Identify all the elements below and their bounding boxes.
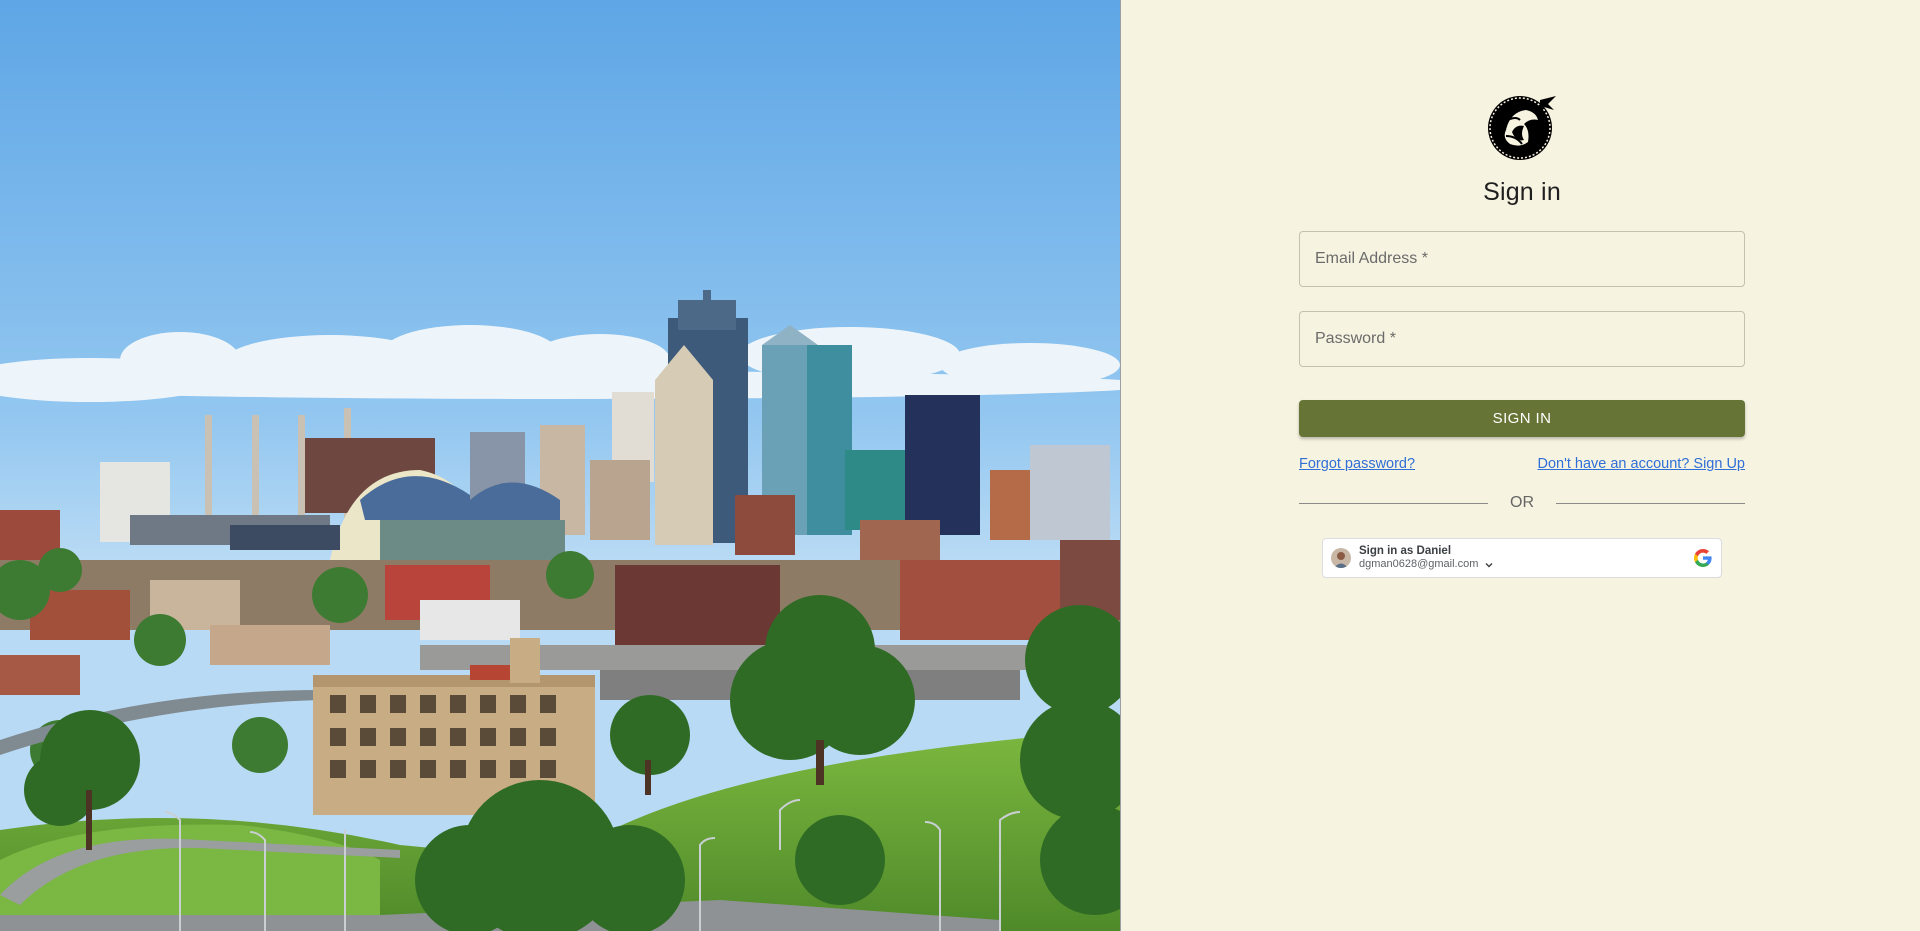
or-separator: OR: [1299, 494, 1745, 512]
page-title: Sign in: [1483, 178, 1561, 206]
forgot-password-link[interactable]: Forgot password?: [1299, 456, 1415, 472]
google-account-email: dgman0628@gmail.com: [1359, 558, 1479, 571]
skyline-illustration: [0, 0, 1120, 931]
password-field[interactable]: [1299, 311, 1745, 367]
google-sign-in-button[interactable]: Sign in as Daniel dgman0628@gmail.com: [1322, 538, 1722, 578]
email-field[interactable]: [1299, 231, 1745, 287]
sign-in-page: Sign in SIGN IN Forgot password? Don't h…: [0, 0, 1920, 931]
chevron-down-icon[interactable]: [1484, 560, 1494, 570]
sign-in-panel: Sign in SIGN IN Forgot password? Don't h…: [1121, 0, 1920, 931]
avatar: [1331, 548, 1351, 568]
sign-in-form: Sign in SIGN IN Forgot password? Don't h…: [1299, 90, 1745, 578]
google-account-info: Sign in as Daniel dgman0628@gmail.com: [1359, 545, 1494, 571]
password-input[interactable]: [1313, 329, 1731, 349]
city-skyline-photo: [0, 0, 1120, 931]
pegasus-logo-icon: [1488, 96, 1556, 160]
or-label: OR: [1510, 494, 1534, 511]
google-email-row: dgman0628@gmail.com: [1359, 558, 1494, 571]
separator-line-left: [1299, 502, 1488, 504]
google-g-icon: [1694, 549, 1712, 567]
separator-line-right: [1556, 502, 1745, 504]
sign-in-button[interactable]: SIGN IN: [1299, 400, 1745, 437]
sign-up-link[interactable]: Don't have an account? Sign Up: [1537, 456, 1745, 472]
email-input[interactable]: [1313, 249, 1731, 269]
auth-links: Forgot password? Don't have an account? …: [1299, 456, 1745, 472]
google-account-name: Sign in as Daniel: [1359, 545, 1452, 558]
